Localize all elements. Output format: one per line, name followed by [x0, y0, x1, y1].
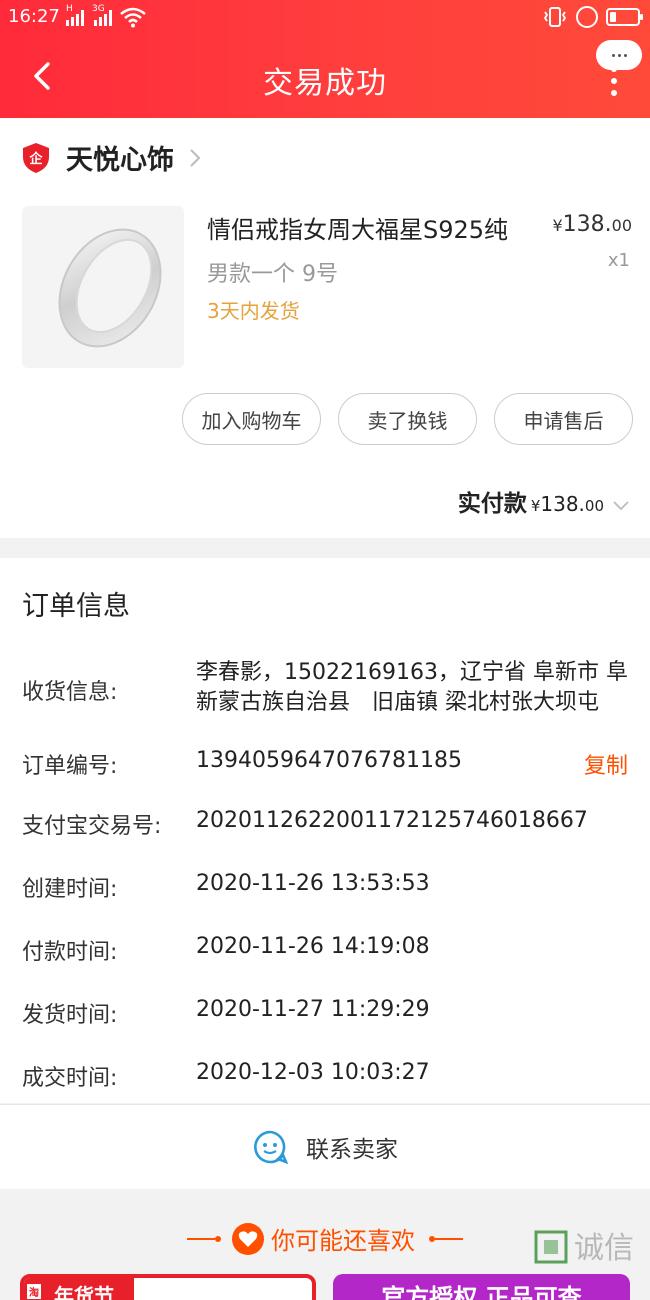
shipping-info-value: 李春影，15022169163，辽宁省 阜新市 阜新蒙古族自治县 旧庙镇 梁北村…	[196, 660, 628, 715]
status-right-icons	[542, 6, 643, 28]
more-menu-button[interactable]	[608, 66, 620, 96]
lock-rotation-icon	[576, 6, 598, 28]
store-name: 天悦心饰	[66, 145, 174, 176]
heart-icon	[232, 1222, 264, 1255]
chat-face-icon	[254, 1130, 288, 1165]
resell-button[interactable]: 卖了换钱	[338, 393, 477, 445]
add-to-cart-button[interactable]: 加入购物车	[182, 393, 321, 445]
taobao-tag: 淘	[27, 1284, 41, 1299]
completed-time-value: 2020-12-03 10:03:27	[196, 1060, 430, 1085]
contact-seller-button[interactable]: 联系卖家	[0, 1104, 650, 1189]
store-link[interactable]: 企 天悦心饰	[22, 138, 202, 177]
order-info-title: 订单信息	[22, 591, 130, 622]
paid-time-label: 付款时间:	[22, 940, 118, 965]
paid-currency: ¥	[530, 497, 541, 515]
festival-banner: 淘 年货节	[24, 1278, 134, 1300]
created-time-label: 创建时间:	[22, 877, 118, 902]
svg-text:企: 企	[28, 151, 43, 167]
shipping-info-label: 收货信息:	[22, 680, 118, 705]
order-info-card: 订单信息 收货信息: 李春影，15022169163，辽宁省 阜新市 阜新蒙古族…	[0, 558, 650, 1103]
completed-time-label: 成交时间:	[22, 1066, 118, 1091]
product-thumbnail[interactable]	[22, 206, 184, 368]
product-title[interactable]: 情侣戒指女周大福星S925纯	[207, 210, 508, 245]
product-sku: 男款一个 9号	[207, 262, 338, 287]
recommend-title: 你可能还喜欢	[271, 1227, 415, 1255]
price-decimal: 00	[611, 216, 632, 235]
paid-label: 实付款	[457, 491, 527, 517]
paid-amount-row[interactable]: 实付款 ¥138.00	[458, 484, 630, 518]
order-number-value: 1394059647076781185	[196, 748, 462, 773]
chevron-right-icon	[190, 148, 201, 167]
page-title: 交易成功	[263, 66, 387, 101]
festival-banner-text: 年货节	[54, 1284, 114, 1300]
shipping-note: 3天内发货	[207, 299, 300, 323]
paid-amount: ¥138.00	[531, 492, 604, 516]
recommend-card-left[interactable]: 淘 年货节	[20, 1274, 316, 1300]
divider-line	[435, 1237, 463, 1240]
shipped-time-value: 2020-11-27 11:29:29	[196, 997, 430, 1022]
paid-amount-main: 138.	[540, 492, 585, 516]
chevron-down-icon	[613, 501, 629, 511]
watermark-logo: 诚信	[534, 1230, 634, 1266]
divider-dot	[215, 1235, 221, 1242]
alipay-trade-label: 支付宝交易号:	[22, 814, 162, 839]
svg-text:诚信: 诚信	[574, 1231, 634, 1266]
battery-icon	[606, 8, 643, 26]
status-time: 16:27	[8, 6, 60, 27]
after-sale-button[interactable]: 申请售后	[494, 393, 633, 445]
ring-image	[58, 228, 162, 348]
wifi-icon	[120, 7, 146, 28]
paid-amount-decimal: 00	[584, 497, 604, 515]
order-item-card: 企 天悦心饰 情侣戒指女周大福星S925纯 男款一个 9号 3天内发货 ¥138…	[0, 118, 650, 538]
product-quantity: x1	[607, 250, 630, 271]
signal-type-label-2: 3G	[92, 4, 105, 14]
header-bar: 16:27 H 3G 交易成功	[0, 0, 650, 118]
order-number-label: 订单编号:	[22, 754, 118, 779]
product-price: ¥138.00	[552, 212, 632, 237]
alipay-trade-value: 2020112622001172125746018667	[196, 808, 588, 833]
copy-order-number-button[interactable]: 复制	[584, 748, 628, 780]
vibrate-icon	[543, 7, 567, 27]
shipped-time-label: 发货时间:	[22, 1003, 118, 1028]
contact-seller-label: 联系卖家	[306, 1137, 398, 1163]
divider-line	[187, 1237, 215, 1240]
enterprise-store-icon: 企	[23, 142, 49, 173]
price-main: 138.	[562, 212, 612, 237]
status-bar: 16:27 H 3G	[0, 0, 650, 36]
signal-type-label: H	[66, 4, 73, 14]
created-time-value: 2020-11-26 13:53:53	[196, 871, 430, 896]
price-currency: ¥	[552, 216, 563, 235]
paid-time-value: 2020-11-26 14:19:08	[196, 934, 430, 959]
